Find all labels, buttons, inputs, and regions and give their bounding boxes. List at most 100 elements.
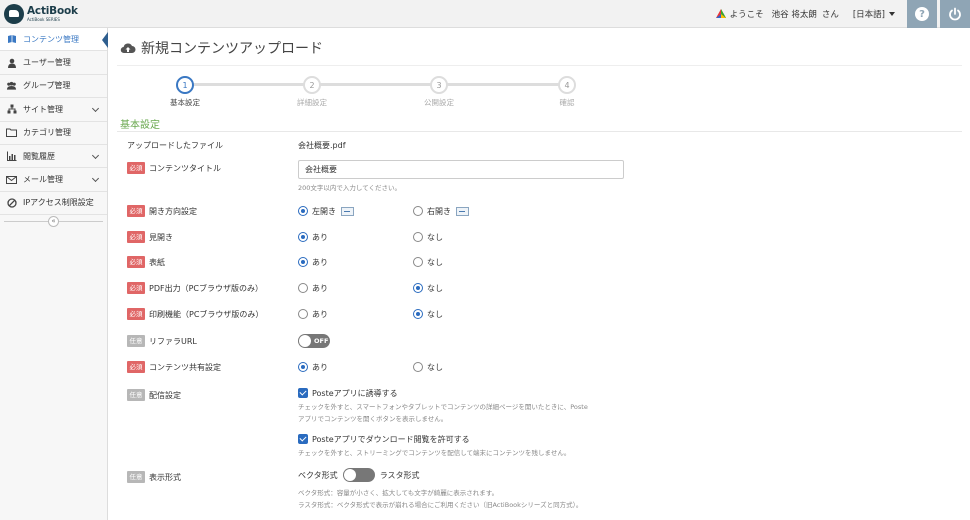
- optional-badge: 任意: [127, 471, 145, 483]
- poste-download-checkbox[interactable]: Posteアプリでダウンロード閲覧を許可する: [298, 432, 470, 446]
- caret-down-icon: [889, 12, 895, 16]
- delivery-label: 配信設定: [149, 390, 181, 400]
- page-title: 新規コンテンツアップロード: [120, 38, 323, 58]
- color-pinwheel-icon: [715, 9, 726, 18]
- print-label: 印刷機能（PCブラウザ版のみ）: [149, 309, 264, 319]
- chevron-down-icon: [91, 175, 100, 183]
- required-badge: 必須: [127, 205, 145, 217]
- main-content: 新規コンテンツアップロード 1 基本設定 2 詳細設定 3 公開設定 4 確認 …: [109, 28, 970, 520]
- sidebar-item-mail[interactable]: メール管理: [0, 168, 107, 192]
- left-open-book-icon: [341, 206, 354, 216]
- spread-yes-radio[interactable]: あり: [298, 230, 328, 244]
- required-badge: 必須: [127, 162, 145, 174]
- referrer-toggle[interactable]: OFF: [298, 334, 330, 348]
- sidebar-item-users[interactable]: ユーザー管理: [0, 51, 107, 75]
- collapse-sidebar-button[interactable]: «: [48, 215, 59, 227]
- logo-subtitle: ActiBook SERIES: [27, 16, 60, 22]
- sidebar-item-sites[interactable]: サイト管理: [0, 98, 107, 122]
- print-yes-radio[interactable]: あり: [298, 307, 328, 321]
- content-title-label: コンテンツタイトル: [149, 163, 221, 173]
- sidebar: コンテンツ管理 ユーザー管理 グループ管理 サイト管理 カテゴリ管理 閲覧履歴: [0, 28, 108, 520]
- vector-format-hint: ベクタ形式：容量が小さく、拡大しても文字が綺麗に表示されます。: [298, 489, 499, 497]
- print-no-radio[interactable]: なし: [413, 307, 443, 321]
- optional-badge: 任意: [127, 389, 145, 401]
- display-format-switch[interactable]: ベクタ形式 ラスタ形式: [298, 468, 420, 482]
- top-header: ActiBook ActiBook SERIES ようこそ 池谷 将太朗 さん …: [0, 0, 970, 28]
- sidebar-item-label: IPアクセス制限設定: [23, 198, 94, 208]
- referrer-label: リファラURL: [149, 336, 197, 346]
- logo-mark-icon: [4, 4, 24, 24]
- required-badge: 必須: [127, 308, 145, 320]
- step-detail-settings: 2 詳細設定: [282, 73, 342, 108]
- direction-label: 開き方向設定: [149, 206, 197, 216]
- chevron-down-icon: [91, 151, 100, 159]
- sidebar-item-history[interactable]: 閲覧履歴: [0, 144, 107, 169]
- sidebar-item-categories[interactable]: カテゴリ管理: [0, 121, 107, 145]
- welcome-area: ようこそ 池谷 将太朗 さん [日本語]: [715, 0, 895, 28]
- language-label: [日本語]: [852, 10, 885, 20]
- spread-no-radio[interactable]: なし: [413, 230, 443, 244]
- section-title: 基本設定: [120, 120, 160, 131]
- direction-left-radio[interactable]: 左開き: [298, 204, 354, 218]
- pdf-output-yes-radio[interactable]: あり: [298, 281, 328, 295]
- book-icon: [6, 34, 17, 45]
- bar-chart-icon: [6, 151, 17, 162]
- sidebar-item-content[interactable]: コンテンツ管理: [0, 28, 108, 52]
- poste-redirect-hint-2: アプリでコンテンツを開くボタンを表示しません。: [298, 415, 448, 423]
- sidebar-item-groups[interactable]: グループ管理: [0, 74, 107, 99]
- step-confirm: 4 確認: [537, 73, 597, 108]
- required-badge: 必須: [127, 256, 145, 268]
- required-badge: 必須: [127, 231, 145, 243]
- vector-format-label: ベクタ形式: [298, 470, 338, 480]
- progress-stepper: 1 基本設定 2 詳細設定 3 公開設定 4 確認: [109, 73, 970, 113]
- poste-download-hint: チェックを外すと、ストリーミングでコンテンツを配信して端末にコンテンツを残しませ…: [298, 449, 571, 457]
- cover-yes-radio[interactable]: あり: [298, 255, 328, 269]
- sitemap-icon: [6, 104, 17, 115]
- logo-title: ActiBook: [27, 5, 78, 18]
- help-button[interactable]: ?: [907, 0, 937, 28]
- spread-label: 見開き: [149, 232, 173, 242]
- direction-right-radio[interactable]: 右開き: [413, 204, 469, 218]
- step-basic-settings: 1 基本設定: [155, 73, 215, 108]
- cover-no-radio[interactable]: なし: [413, 255, 443, 269]
- sidebar-item-label: コンテンツ管理: [23, 34, 79, 44]
- folder-icon: [6, 127, 17, 138]
- required-badge: 必須: [127, 282, 145, 294]
- logout-button[interactable]: [940, 0, 970, 28]
- raster-format-label: ラスタ形式: [379, 470, 420, 480]
- required-badge: 必須: [127, 361, 145, 373]
- mail-icon: [6, 174, 17, 185]
- content-title-hint: 200文字以内で入力してください。: [298, 184, 402, 192]
- format-toggle[interactable]: [342, 468, 375, 482]
- share-label: コンテンツ共有設定: [149, 362, 221, 372]
- welcome-text: ようこそ: [729, 10, 764, 20]
- sidebar-item-label: ユーザー管理: [23, 58, 71, 68]
- language-selector[interactable]: [日本語]: [853, 8, 895, 20]
- sidebar-item-label: カテゴリ管理: [23, 128, 71, 138]
- sidebar-item-ip-restriction[interactable]: IPアクセス制限設定: [0, 191, 107, 216]
- uploaded-file-label: アップロードしたファイル: [127, 140, 223, 150]
- group-icon: [6, 80, 17, 91]
- cover-label: 表紙: [149, 257, 165, 267]
- pdf-output-no-radio[interactable]: なし: [413, 281, 443, 295]
- raster-format-hint: ラスタ形式：ベクタ形式で表示が崩れる場合にご利用ください（旧ActiBookシリ…: [298, 501, 583, 509]
- share-yes-radio[interactable]: あり: [298, 360, 328, 374]
- question-icon: ?: [915, 7, 929, 21]
- cloud-upload-icon: [120, 43, 136, 54]
- content-title-input[interactable]: 会社概要: [298, 160, 624, 179]
- power-icon: [949, 7, 961, 21]
- uploaded-file-name: 会社概要.pdf: [298, 141, 346, 150]
- sidebar-collapse-row: «: [0, 215, 107, 227]
- honorific-text: さん: [821, 10, 839, 20]
- actibook-logo[interactable]: ActiBook ActiBook SERIES: [4, 3, 108, 25]
- right-open-book-icon: [456, 206, 469, 216]
- sidebar-item-label: サイト管理: [23, 104, 63, 114]
- poste-redirect-checkbox[interactable]: Posteアプリに誘導する: [298, 386, 398, 400]
- page-title-text: 新規コンテンツアップロード: [141, 41, 323, 57]
- optional-badge: 任意: [127, 335, 145, 347]
- user-name[interactable]: 池谷 将太朗: [772, 8, 817, 20]
- pdf-output-label: PDF出力（PCブラウザ版のみ）: [149, 283, 263, 293]
- sidebar-item-label: グループ管理: [23, 81, 71, 91]
- poste-redirect-hint-1: チェックを外すと、スマートフォンやタブレットでコンテンツの詳細ページを開いたとき…: [298, 403, 588, 411]
- share-no-radio[interactable]: なし: [413, 360, 443, 374]
